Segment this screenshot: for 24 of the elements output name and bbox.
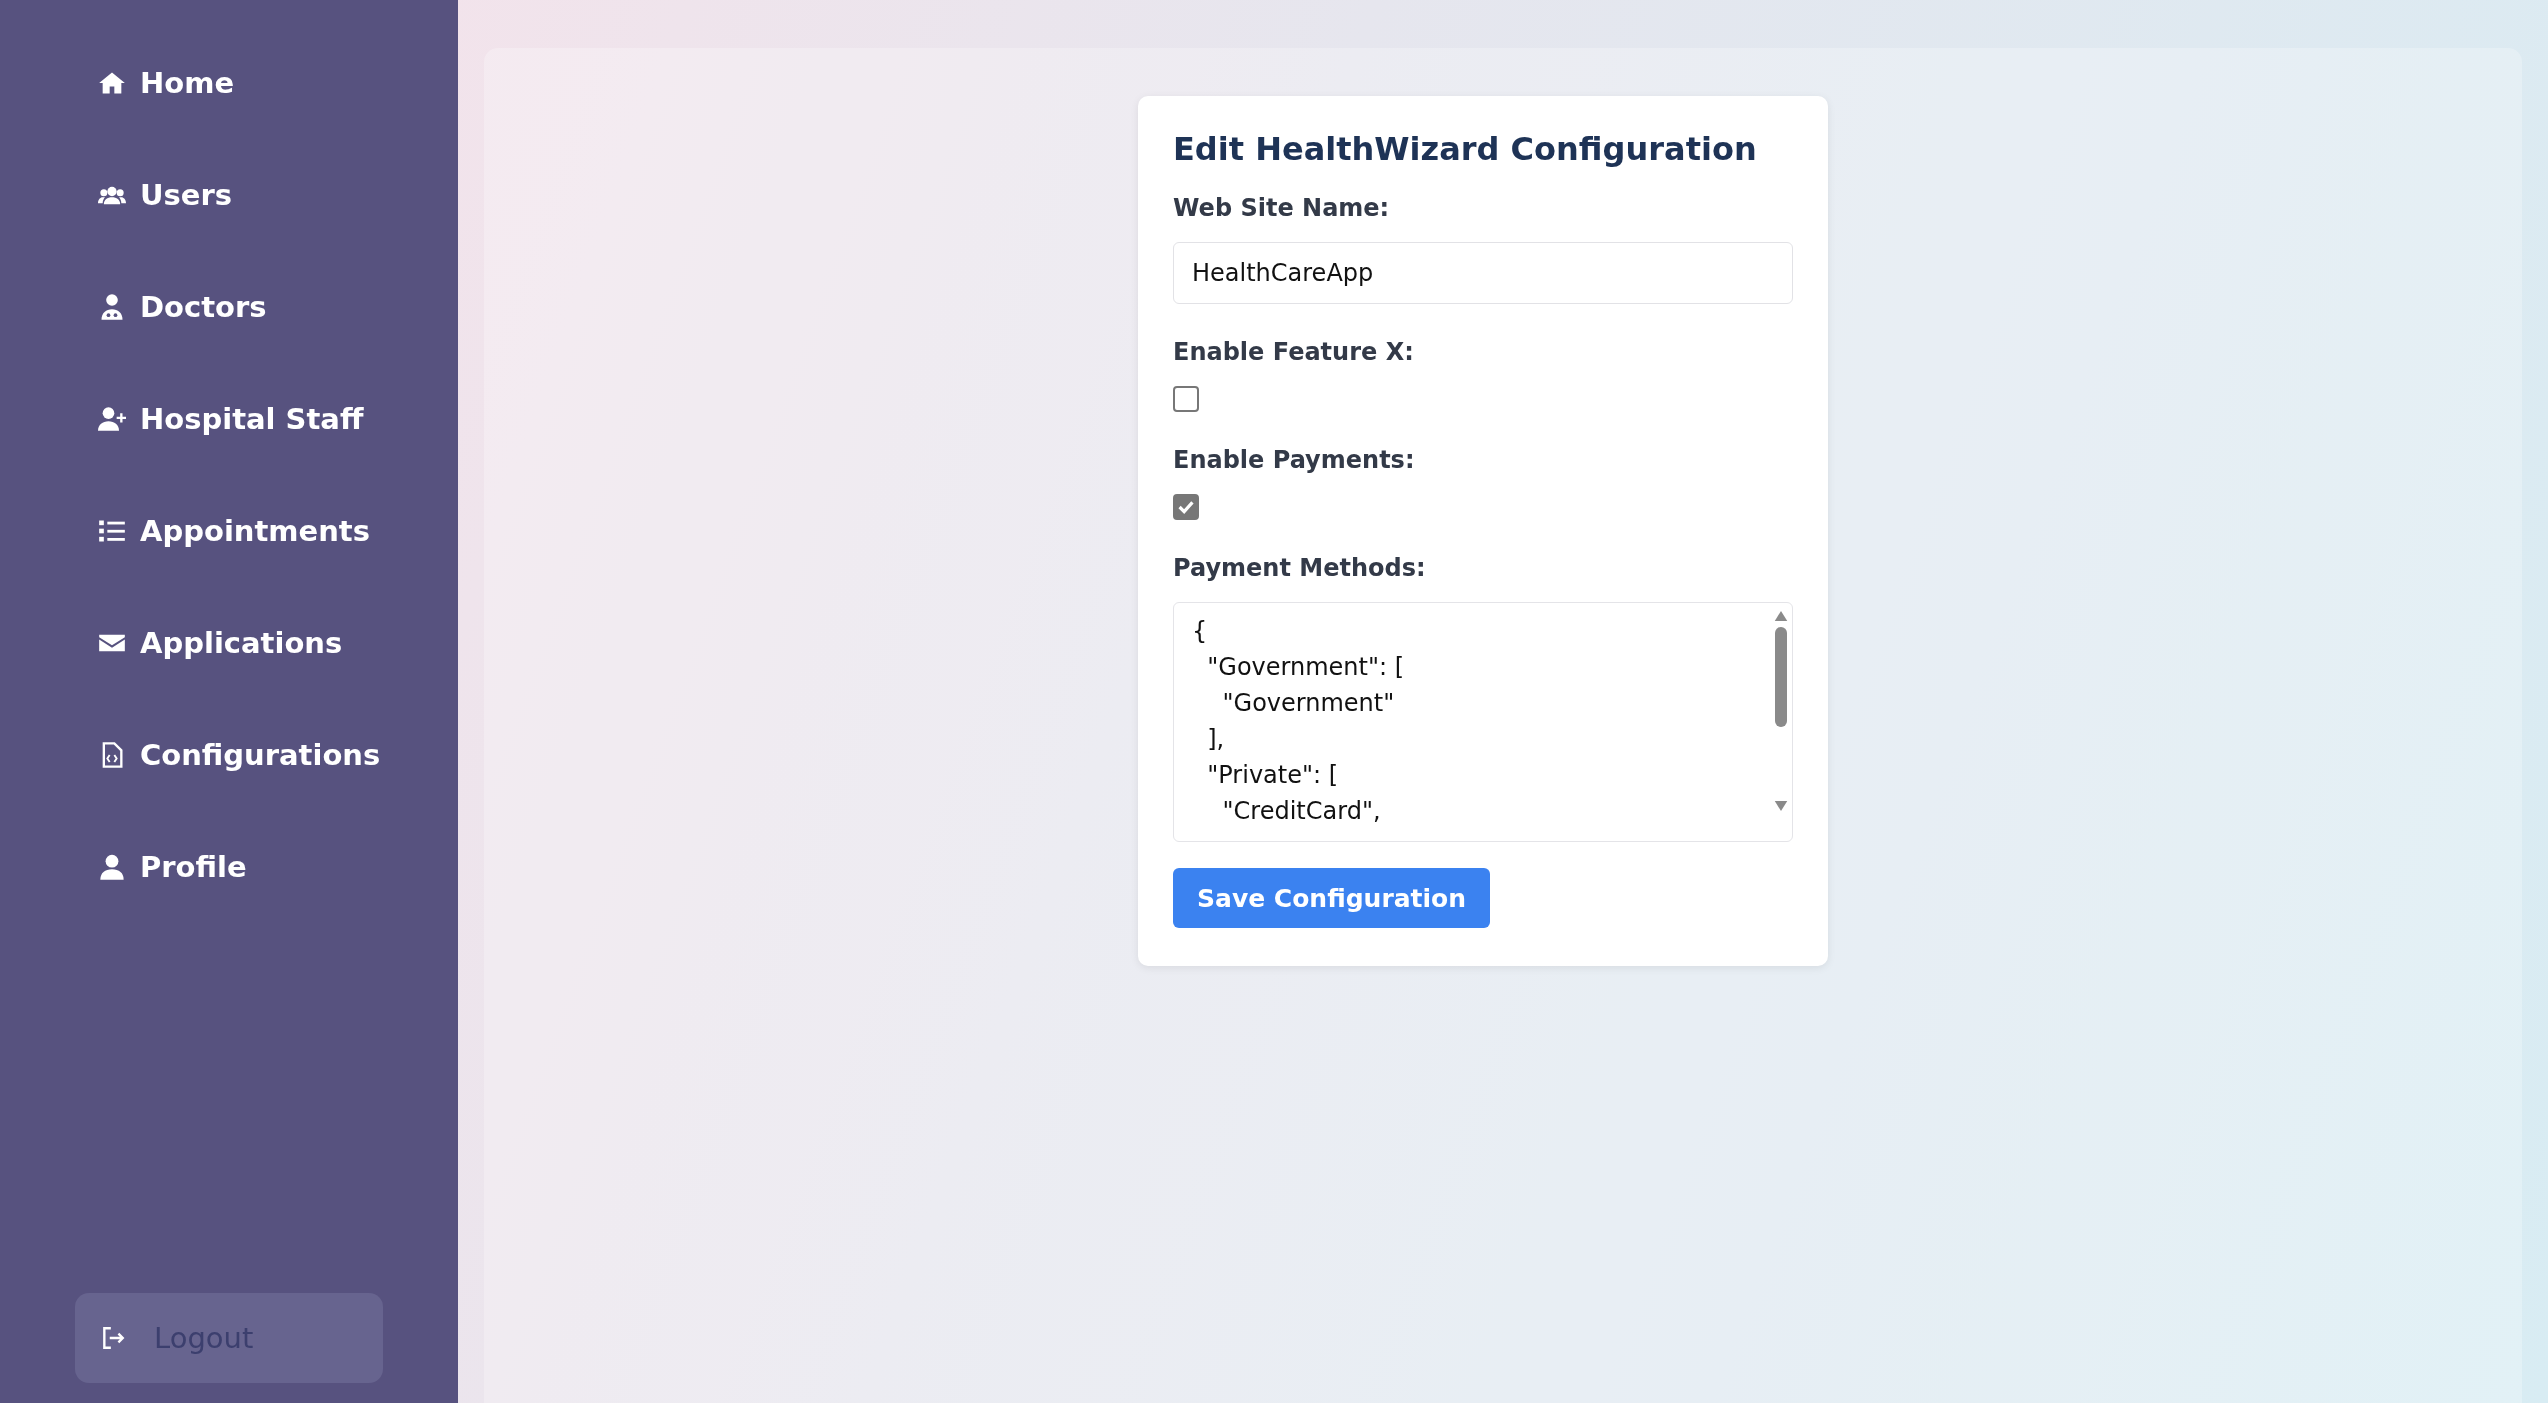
- sidebar-item[interactable]: Users: [98, 174, 458, 216]
- user-icon: [98, 853, 126, 881]
- sidebar-item[interactable]: Applications: [98, 622, 458, 664]
- checkbox[interactable]: [1173, 386, 1199, 412]
- text-input[interactable]: HealthCareApp: [1173, 242, 1793, 304]
- add-user-icon: [98, 405, 126, 433]
- sidebar-item[interactable]: Home: [98, 62, 458, 104]
- field-label: Enable Feature X:: [1173, 338, 1415, 366]
- logout-icon: [100, 1325, 126, 1351]
- sidebar-item[interactable]: Configurations: [98, 734, 458, 776]
- field-label: Enable Payments:: [1173, 446, 1416, 474]
- sidebar-item[interactable]: Doctors: [98, 286, 458, 328]
- scrollbar-thumb[interactable]: [1775, 627, 1787, 727]
- checkbox[interactable]: [1173, 494, 1199, 520]
- field-label: Payment Methods:: [1173, 554, 1427, 582]
- scroll-up-icon[interactable]: [1774, 611, 1788, 621]
- form-title: Edit HealthWizard Configuration: [1173, 130, 1758, 168]
- sidebar-item[interactable]: Appointments: [98, 510, 458, 552]
- json-textarea[interactable]: { "Government": [ "Government" ], "Private": [ "CreditCard",: [1173, 602, 1793, 842]
- field-label: Web Site Name:: [1173, 194, 1391, 222]
- sidebar-item[interactable]: Hospital Staff: [98, 398, 458, 440]
- sidebar-item[interactable]: Profile: [98, 846, 458, 888]
- scroll-down-icon[interactable]: [1774, 801, 1788, 811]
- save-button[interactable]: Save Configuration: [1173, 868, 1491, 928]
